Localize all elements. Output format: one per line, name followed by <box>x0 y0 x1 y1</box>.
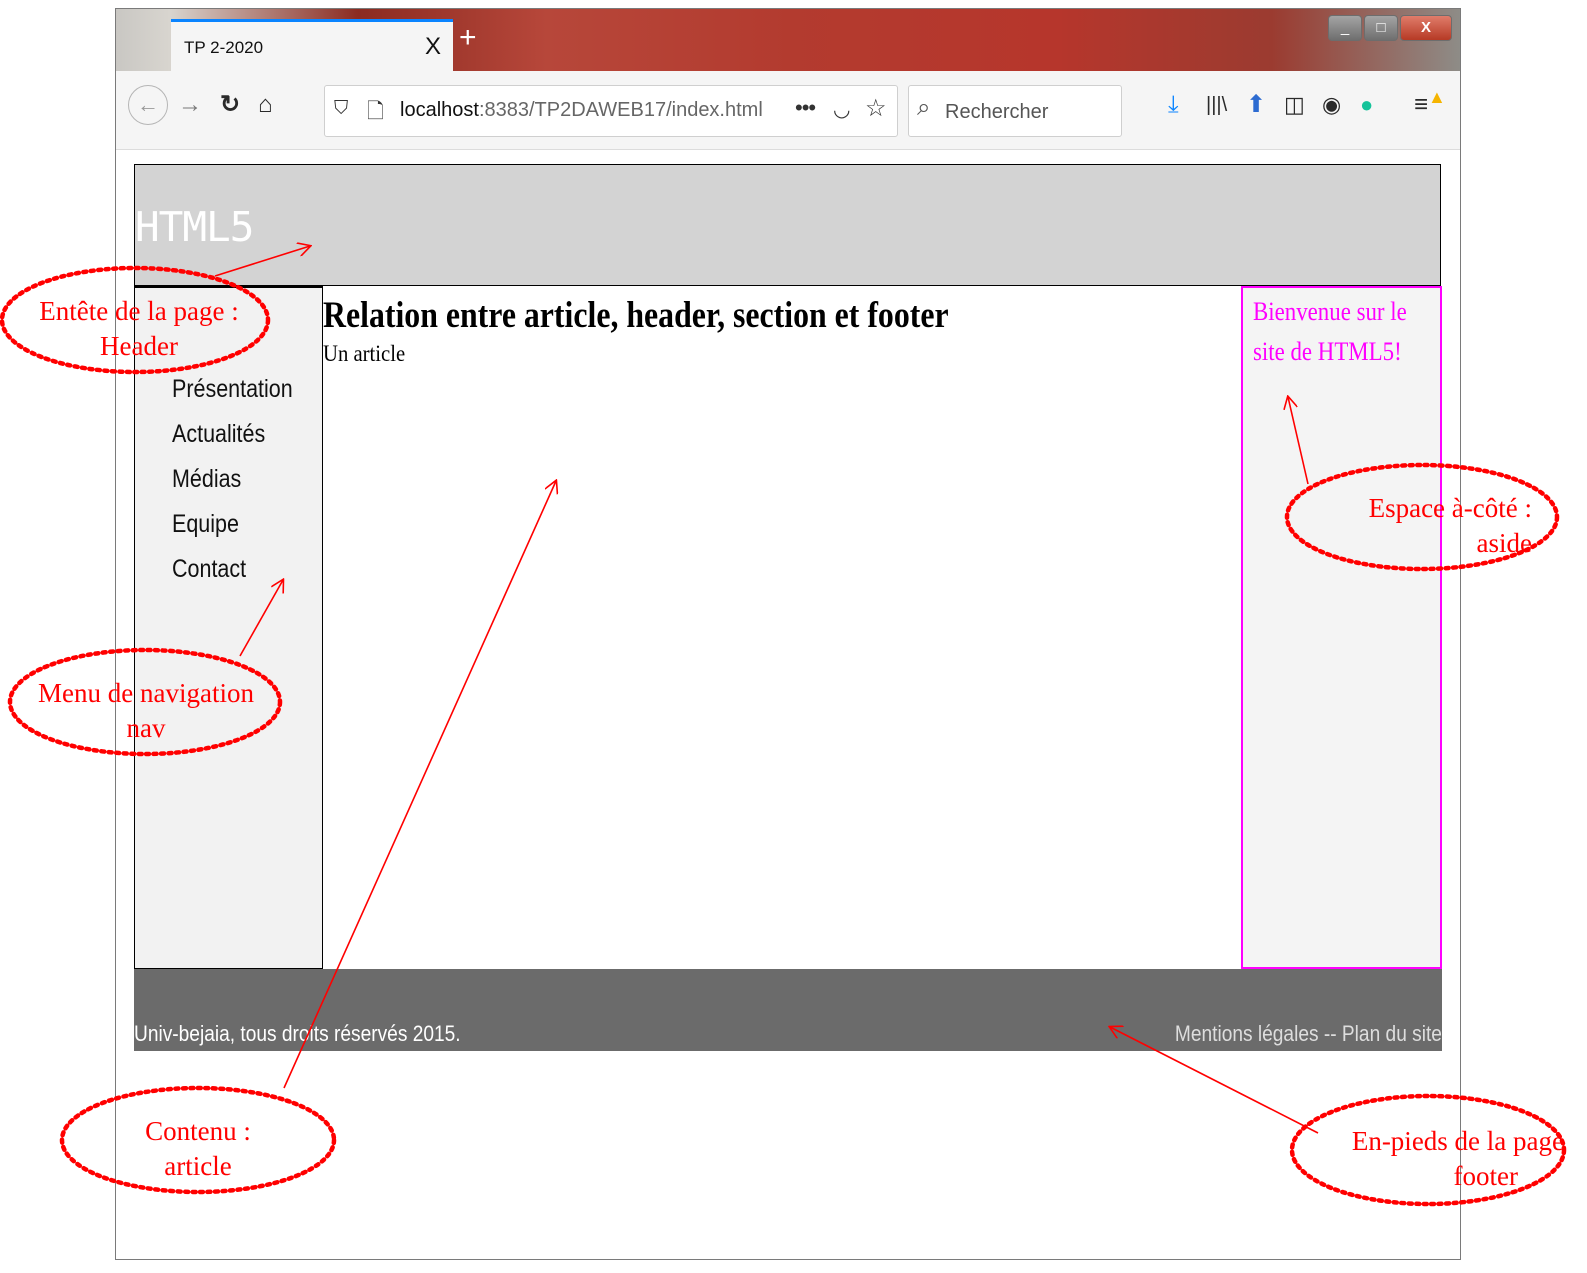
search-field[interactable]: ⌕ Rechercher <box>908 85 1122 137</box>
new-tab-button[interactable]: + <box>459 23 477 53</box>
shield-icon[interactable]: ⛉ <box>334 98 348 120</box>
nav-item-equipe[interactable]: Equipe <box>172 502 293 547</box>
page-footer: Univ-bejaia, tous droits réservés 2015. … <box>134 969 1442 1051</box>
aside-annotation-line1: Espace à-côté : <box>1368 493 1532 523</box>
reload-icon[interactable]: ↻ <box>220 91 240 119</box>
grammarly-icon[interactable]: ● <box>1360 91 1373 119</box>
nav-menu: Présentation Actualités Médias Equipe Co… <box>134 286 323 969</box>
aside-text: Bienvenue sur le site de HTML5! <box>1253 297 1407 366</box>
search-icon: ⌕ <box>917 94 931 121</box>
warning-icon: ▲ <box>1428 87 1446 107</box>
footer-annotation-label: En-pieds de la page footer <box>1310 1124 1564 1194</box>
bookmark-star-icon[interactable]: ☆ <box>865 94 887 123</box>
home-icon[interactable]: ⌂ <box>258 91 273 119</box>
nav-annotation-line1: Menu de navigation <box>38 678 254 708</box>
nav-item-contact[interactable]: Contact <box>172 547 293 592</box>
page-header: HTML5 <box>134 164 1441 286</box>
more-icon[interactable]: ••• <box>795 95 816 121</box>
header-annotation-label: Entête de la page : Header <box>14 294 264 364</box>
header-title: HTML5 <box>135 203 254 251</box>
download-icon[interactable]: ⤓ <box>1168 91 1179 119</box>
article-annotation-line2: article <box>164 1151 232 1181</box>
pocket-icon[interactable]: ◡ <box>833 97 850 122</box>
article-title: Relation entre article, header, section … <box>323 295 949 336</box>
title-bar: TP 2-2020 X + _ □ X <box>116 9 1460 71</box>
close-window-button[interactable]: X <box>1400 15 1452 41</box>
url-path: :8383/TP2DAWEB17/index.html <box>478 99 763 121</box>
minimize-button[interactable]: _ <box>1328 15 1362 41</box>
search-placeholder: Rechercher <box>945 101 1049 123</box>
close-tab-icon[interactable]: X <box>425 33 441 61</box>
tab-title: TP 2-2020 <box>184 38 264 57</box>
window-controls: _ □ X <box>1326 15 1452 41</box>
aside-annotation-line2: aside <box>1476 528 1532 558</box>
page-icon[interactable]: 🗋 <box>367 97 384 132</box>
address-bar[interactable]: ⛉ 🗋 localhost:8383/TP2DAWEB17/index.html… <box>324 85 898 137</box>
extension-icon[interactable]: ⬆ <box>1246 91 1266 119</box>
header-annotation-line1: Entête de la page : <box>39 296 239 326</box>
nav-item-presentation[interactable]: Présentation <box>172 367 293 412</box>
url-text[interactable]: localhost:8383/TP2DAWEB17/index.html <box>400 99 763 122</box>
aside-annotation-label: Espace à-côté : aside <box>1312 491 1532 561</box>
nav-annotation-label: Menu de navigation nav <box>18 676 274 746</box>
menu-icon[interactable]: ≡ <box>1414 91 1428 119</box>
maximize-button[interactable]: □ <box>1364 15 1398 41</box>
nav-annotation-line2: nav <box>126 713 166 743</box>
browser-tab[interactable]: TP 2-2020 X <box>171 19 453 71</box>
sidebar-icon[interactable]: ◫ <box>1284 91 1305 119</box>
footer-links[interactable]: Mentions légales -- Plan du site <box>1175 1021 1442 1047</box>
url-host: localhost <box>400 99 479 121</box>
browser-window: TP 2-2020 X + _ □ X ← → ↻ ⌂ ⛉ 🗋 localhos… <box>115 8 1461 1260</box>
article-annotation-line1: Contenu : <box>145 1116 251 1146</box>
back-icon[interactable]: ← <box>128 85 168 125</box>
article-text: Un article <box>323 341 406 366</box>
forward-icon[interactable]: → <box>178 91 202 119</box>
header-annotation-line2: Header <box>100 331 178 361</box>
aside: Bienvenue sur le site de HTML5! <box>1241 286 1442 969</box>
nav-item-medias[interactable]: Médias <box>172 457 293 502</box>
nav-item-actualites[interactable]: Actualités <box>172 412 293 457</box>
account-icon[interactable]: ◉ <box>1322 91 1341 119</box>
footer-annotation-line2: footer <box>1453 1161 1518 1191</box>
library-icon[interactable]: |||\ <box>1206 91 1227 119</box>
nav-toolbar: ← → ↻ ⌂ ⛉ 🗋 localhost:8383/TP2DAWEB17/in… <box>116 71 1460 150</box>
article-annotation-label: Contenu : article <box>98 1114 298 1184</box>
footer-annotation-line1: En-pieds de la page <box>1351 1126 1564 1156</box>
footer-copyright: Univ-bejaia, tous droits réservés 2015. <box>134 1021 461 1046</box>
article: Relation entre article, header, section … <box>323 286 1241 969</box>
